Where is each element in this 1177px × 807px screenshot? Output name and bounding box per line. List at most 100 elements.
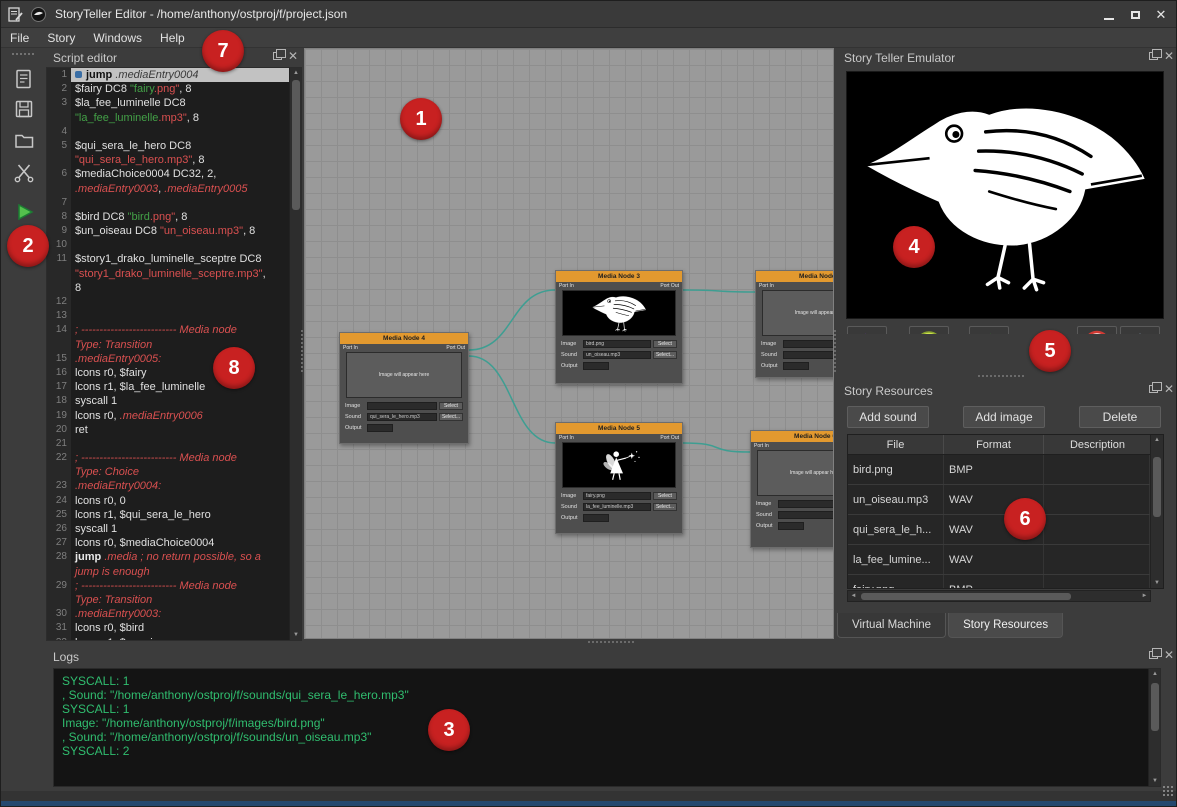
- scrollbar-thumb[interactable]: [1151, 683, 1159, 731]
- line-number: [47, 267, 71, 281]
- close-icon[interactable]: ✕: [1164, 384, 1174, 394]
- sound-combo[interactable]: [778, 511, 834, 519]
- notes-app-icon: [7, 6, 24, 23]
- splitter-handle[interactable]: [587, 640, 635, 645]
- minimize-button[interactable]: [1096, 5, 1122, 25]
- scrollbar-thumb[interactable]: [1153, 457, 1161, 517]
- output-spinner[interactable]: [778, 522, 804, 530]
- add-image-button[interactable]: Add image: [963, 406, 1045, 428]
- table-row[interactable]: qui_sera_le_h...WAV: [848, 515, 1150, 545]
- image-combo[interactable]: fairy.png: [583, 492, 651, 500]
- table-row[interactable]: un_oiseau.mp3WAV: [848, 485, 1150, 515]
- new-script-button[interactable]: [9, 64, 39, 94]
- cut-button[interactable]: [9, 157, 39, 187]
- image-combo[interactable]: [367, 402, 437, 410]
- scroll-left-icon[interactable]: ◄: [848, 591, 859, 601]
- menu-item-story[interactable]: Story: [38, 29, 84, 47]
- media-node[interactable]: Media Node 2Port InPort OutImage will ap…: [755, 270, 834, 378]
- resources-titlebar[interactable]: Story Resources ✕: [837, 381, 1177, 400]
- sound-select-button[interactable]: Select...: [439, 413, 463, 421]
- scrollbar-thumb[interactable]: [292, 80, 300, 210]
- menu-item-windows[interactable]: Windows: [84, 29, 151, 47]
- scroll-down-icon[interactable]: ▼: [1151, 578, 1163, 588]
- column-header-description[interactable]: Description: [1044, 435, 1152, 454]
- scroll-up-icon[interactable]: ▲: [1151, 435, 1163, 445]
- column-header-format[interactable]: Format: [944, 435, 1044, 454]
- code-line: 3$la_fee_luminelle DC8: [47, 96, 301, 110]
- sound-combo[interactable]: un_oiseau.mp3: [583, 351, 651, 359]
- scroll-down-icon[interactable]: ▼: [290, 630, 302, 640]
- log-lines: SYSCALL: 1, Sound: "/home/anthony/ostpro…: [54, 669, 1160, 758]
- image-combo[interactable]: bird.png: [583, 340, 651, 348]
- add-sound-button[interactable]: Add sound: [847, 406, 929, 428]
- image-select-button[interactable]: Select: [439, 402, 463, 410]
- script-editor[interactable]: 1jump .mediaEntry00042$fairy DC8 "fairy.…: [46, 67, 302, 641]
- float-icon[interactable]: [273, 52, 282, 60]
- open-button[interactable]: [9, 125, 39, 155]
- table-row[interactable]: bird.pngBMP: [848, 455, 1150, 485]
- image-combo[interactable]: [778, 500, 834, 508]
- output-spinner[interactable]: [367, 424, 393, 432]
- image-select-button[interactable]: Select: [653, 492, 677, 500]
- scroll-up-icon[interactable]: ▲: [290, 68, 302, 78]
- fairy-image: [579, 443, 659, 487]
- code-line: Type: Transition: [47, 593, 301, 607]
- float-icon[interactable]: [1149, 651, 1158, 659]
- splitter-handle[interactable]: [977, 374, 1025, 379]
- table-scrollbar[interactable]: ▲ ▼: [1150, 435, 1163, 588]
- emulator-titlebar[interactable]: Story Teller Emulator ✕: [837, 48, 1177, 67]
- image-select-button[interactable]: Select: [653, 340, 677, 348]
- output-spinner[interactable]: [583, 362, 609, 370]
- splitter-handle[interactable]: [833, 329, 837, 373]
- table-hscrollbar[interactable]: ◄ ►: [847, 590, 1151, 602]
- tab-story-resources[interactable]: Story Resources: [948, 613, 1063, 638]
- title-bar[interactable]: StoryTeller Editor - /home/anthony/ostpr…: [1, 1, 1177, 28]
- logs-titlebar[interactable]: Logs ✕: [46, 647, 1177, 666]
- scrollbar-thumb[interactable]: [861, 593, 1071, 600]
- table-row[interactable]: la_fee_lumine...WAV: [848, 545, 1150, 575]
- tab-virtual-machine[interactable]: Virtual Machine: [837, 613, 946, 638]
- logs-scrollbar[interactable]: ▲ ▼: [1148, 669, 1160, 786]
- node-canvas[interactable]: Media Node 4Port InPort OutImage will ap…: [304, 48, 834, 639]
- output-spinner[interactable]: [583, 514, 609, 522]
- output-spinner[interactable]: [783, 362, 809, 370]
- table-row[interactable]: fairy.pngBMP: [848, 575, 1150, 588]
- scroll-up-icon[interactable]: ▲: [1149, 669, 1161, 679]
- delete-button[interactable]: Delete: [1079, 406, 1161, 428]
- run-button[interactable]: [9, 197, 39, 227]
- menu-item-help[interactable]: Help: [151, 29, 194, 47]
- code-line: 8: [47, 281, 301, 295]
- sound-select-button[interactable]: Select...: [653, 351, 677, 359]
- sound-combo[interactable]: la_fee_luminelle.mp3: [583, 503, 651, 511]
- code-line: "la_fee_luminelle.mp3", 8: [47, 111, 301, 125]
- media-node[interactable]: Media Node 4Port InPort OutImage will ap…: [339, 332, 469, 444]
- port-out-label: Port Out: [660, 283, 679, 289]
- save-icon: [13, 98, 35, 120]
- media-node[interactable]: Media Node 3Port InPort Out Imagebird.pn…: [555, 270, 683, 384]
- float-icon[interactable]: [1149, 385, 1158, 393]
- float-icon[interactable]: [1149, 52, 1158, 60]
- close-icon[interactable]: ✕: [288, 51, 298, 61]
- scroll-down-icon[interactable]: ▼: [1149, 776, 1161, 786]
- column-header-file[interactable]: File: [848, 435, 944, 454]
- script-editor-titlebar[interactable]: Script editor ✕: [46, 48, 302, 67]
- close-icon[interactable]: ✕: [1164, 51, 1174, 61]
- line-number: 16: [47, 366, 71, 380]
- image-combo[interactable]: [783, 340, 834, 348]
- resize-grip[interactable]: [1162, 785, 1175, 798]
- node-title: Media Node 2: [756, 271, 834, 282]
- save-button[interactable]: [9, 94, 39, 124]
- scroll-right-icon[interactable]: ►: [1139, 591, 1150, 601]
- toolbar-grip[interactable]: [11, 52, 35, 57]
- sound-select-button[interactable]: Select...: [653, 503, 677, 511]
- media-node[interactable]: Media Node 5Port InPort Out Imagefairy.p…: [555, 422, 683, 534]
- media-node[interactable]: Media Node 6Port InPort OutImage will ap…: [750, 430, 834, 548]
- menu-item-file[interactable]: File: [1, 29, 38, 47]
- sound-combo[interactable]: qui_sera_le_hero.mp3: [367, 413, 437, 421]
- sound-combo[interactable]: [783, 351, 834, 359]
- close-button[interactable]: ✕: [1148, 5, 1174, 25]
- maximize-button[interactable]: [1122, 5, 1148, 25]
- image-label: Image: [756, 501, 776, 507]
- splitter-handle[interactable]: [300, 329, 304, 373]
- close-icon[interactable]: ✕: [1164, 650, 1174, 660]
